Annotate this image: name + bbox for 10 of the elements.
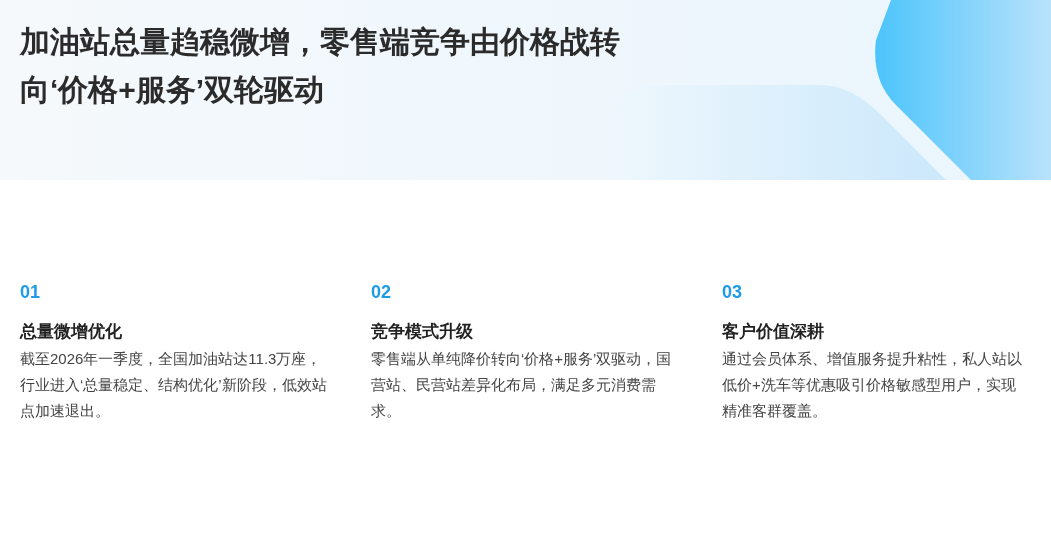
point-description: 零售端从单纯降价转向‘价格+服务’双驱动，国营站、民营站差异化布局，满足多元消费需求。	[371, 349, 673, 421]
point-heading: 竞争模式升级	[371, 321, 474, 343]
point-number: 03	[722, 281, 744, 304]
point-heading: 总量微增优化	[20, 321, 123, 343]
page-title: 加油站总量趋稳微增，零售端竞争由价格战转向‘价格+服务’双轮驱动	[18, 24, 621, 108]
point-number: 02	[371, 281, 393, 304]
point-number: 01	[20, 281, 42, 304]
point-description: 截至2026年一季度，全国加油站达11.3万座，行业进入‘总量稳定、结构优化’新阶段，低效站点加速退出。	[20, 349, 328, 421]
point-description: 通过会员体系、增值服务提升粘性，私人站以低价+洗车等优惠吸引价格敏感型用户，实现精准客群覆盖。	[722, 349, 1023, 421]
point-heading: 客户价值深耕	[722, 321, 825, 343]
